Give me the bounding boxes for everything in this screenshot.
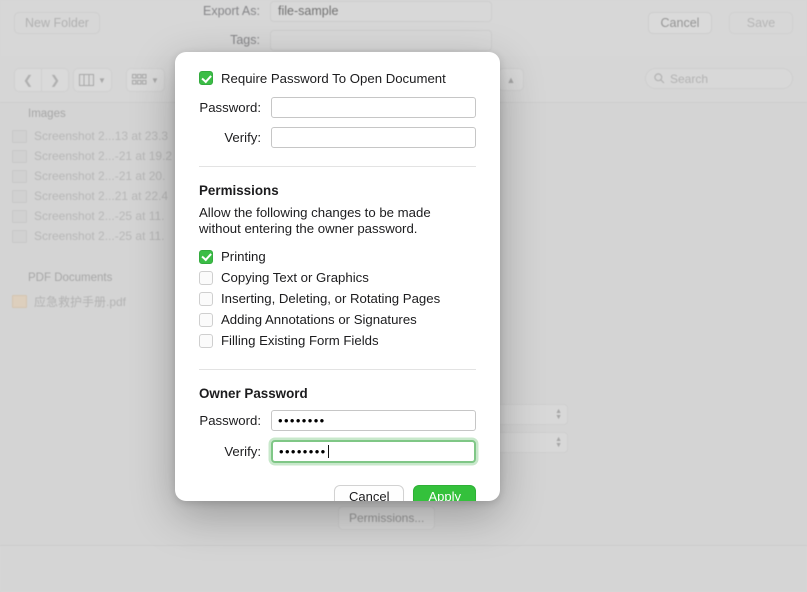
open-verify-row: Verify: [199, 127, 476, 148]
image-file-icon [12, 169, 27, 183]
group-header-images: Images [28, 108, 66, 120]
open-password-label: Password: [199, 100, 261, 115]
list-item[interactable]: Screenshot 2...-25 at 11. [0, 226, 180, 246]
list-item[interactable]: Screenshot 2...-25 at 11. [0, 206, 180, 226]
permission-checkbox-inserting[interactable] [199, 291, 213, 306]
owner-password-label: Password: [199, 413, 261, 428]
search-field[interactable]: Search [645, 68, 793, 89]
image-file-icon [12, 129, 27, 143]
new-folder-button[interactable]: New Folder [14, 12, 100, 34]
group-header-pdf-documents: PDF Documents [28, 272, 113, 284]
column-view-icon [79, 74, 94, 86]
tags-field[interactable] [270, 29, 492, 51]
sheet-apply-button[interactable]: Apply [413, 485, 476, 501]
save-button[interactable]: Save [729, 12, 793, 34]
nav-buttons: ❮ ❯ [14, 68, 69, 92]
permission-row-copying[interactable]: Copying Text or Graphics [199, 267, 476, 288]
chevron-down-icon: ▼ [151, 75, 159, 85]
search-icon [654, 73, 665, 84]
tags-label: Tags: [230, 33, 260, 47]
owner-password-section-title: Owner Password [199, 386, 308, 401]
permissions-button[interactable]: Permissions... [338, 506, 436, 530]
permission-label-form-fields: Filling Existing Form Fields [221, 333, 379, 348]
permissions-description: Allow the following changes to be made w… [199, 205, 431, 236]
divider [199, 369, 476, 370]
require-password-row[interactable]: Require Password To Open Document [199, 68, 476, 88]
image-file-icon [12, 149, 27, 163]
sheet-action-buttons: Cancel Apply [199, 485, 476, 501]
search-placeholder: Search [670, 71, 709, 86]
require-password-checkbox[interactable] [199, 71, 213, 85]
permissions-section-title: Permissions [199, 183, 279, 198]
permission-label-copying: Copying Text or Graphics [221, 270, 369, 285]
permission-row-form-fields[interactable]: Filling Existing Form Fields [199, 330, 476, 351]
forward-button[interactable]: ❯ [42, 68, 69, 92]
chevron-up-icon: ▲ [506, 74, 516, 85]
owner-verify-input[interactable]: •••••••• [271, 440, 476, 463]
permission-row-printing[interactable]: Printing [199, 246, 476, 267]
file-name: Screenshot 2...-25 at 11. [34, 229, 165, 243]
icon-view-icon [132, 74, 147, 85]
back-button[interactable]: ❮ [14, 68, 42, 92]
permissions-options-list: Printing Copying Text or Graphics Insert… [199, 246, 476, 351]
view-mode-columns[interactable]: ▼ [73, 68, 112, 92]
sheet-cancel-button[interactable]: Cancel [334, 485, 405, 501]
list-item[interactable]: Screenshot 2...13 at 23.3 [0, 126, 180, 146]
file-name: 应急救护手册.pdf [34, 295, 127, 309]
permission-label-inserting: Inserting, Deleting, or Rotating Pages [221, 291, 441, 306]
file-name: Screenshot 2...-21 at 20. [34, 169, 166, 183]
cancel-button[interactable]: Cancel [648, 12, 712, 34]
collapse-button[interactable]: ▲ [498, 68, 524, 91]
permission-checkbox-copying[interactable] [199, 270, 213, 285]
owner-password-value: •••••••• [278, 413, 326, 428]
permission-row-inserting[interactable]: Inserting, Deleting, or Rotating Pages [199, 288, 476, 309]
icon-view-segment[interactable]: ▼ [126, 68, 165, 92]
image-file-icon [12, 189, 27, 203]
permission-label-printing: Printing [221, 249, 266, 264]
file-name: Screenshot 2...21 at 22.4 [34, 189, 169, 203]
permission-checkbox-form-fields[interactable] [199, 333, 213, 348]
open-verify-input[interactable] [271, 127, 476, 148]
stepper-arrows-icon: ▲ ▼ [555, 435, 562, 449]
chevron-down-icon: ▼ [98, 75, 106, 85]
stepper-arrows-icon: ▲ ▼ [555, 407, 562, 421]
owner-verify-value: •••••••• [279, 444, 327, 459]
text-cursor [327, 445, 329, 458]
image-file-icon [12, 229, 27, 243]
permission-checkbox-annotations[interactable] [199, 312, 213, 327]
file-name: Screenshot 2...-25 at 11. [34, 209, 165, 223]
column-view-segment[interactable]: ▼ [73, 68, 112, 92]
list-item[interactable]: Screenshot 2...21 at 22.4 [0, 186, 180, 206]
owner-verify-row: Verify: •••••••• [199, 440, 476, 463]
export-as-label: Export As: [203, 4, 260, 18]
permission-checkbox-printing[interactable] [199, 249, 213, 264]
pdf-security-options-sheet: Require Password To Open Document Passwo… [175, 52, 500, 501]
owner-password-input[interactable]: •••••••• [271, 410, 476, 431]
export-as-row: Export As: file-sample [150, 0, 492, 22]
permission-label-annotations: Adding Annotations or Signatures [221, 312, 417, 327]
list-item[interactable]: 应急救护手册.pdf [0, 290, 180, 313]
image-file-icon [12, 209, 27, 223]
save-panel-footer [0, 545, 807, 592]
file-name: Screenshot 2...-21 at 19.2 [34, 149, 173, 163]
owner-verify-label: Verify: [224, 444, 261, 459]
file-list: Images Screenshot 2...13 at 23.3 Screens… [0, 102, 180, 592]
require-password-label: Require Password To Open Document [221, 70, 446, 86]
chevron-left-icon: ❮ [22, 73, 34, 87]
view-mode-icons[interactable]: ▼ [126, 68, 165, 92]
file-name: Screenshot 2...13 at 23.3 [34, 129, 169, 143]
divider [199, 166, 476, 167]
pdf-file-icon [12, 295, 27, 308]
permission-row-annotations[interactable]: Adding Annotations or Signatures [199, 309, 476, 330]
open-verify-label: Verify: [224, 130, 261, 145]
open-password-row: Password: [199, 97, 476, 118]
chevron-right-icon: ❯ [49, 73, 61, 87]
owner-password-row: Password: •••••••• [199, 410, 476, 431]
export-as-field[interactable]: file-sample [270, 0, 492, 22]
tags-row: Tags: [150, 29, 492, 51]
list-item[interactable]: Screenshot 2...-21 at 20. [0, 166, 180, 186]
open-password-input[interactable] [271, 97, 476, 118]
list-item[interactable]: Screenshot 2...-21 at 19.2 [0, 146, 180, 166]
